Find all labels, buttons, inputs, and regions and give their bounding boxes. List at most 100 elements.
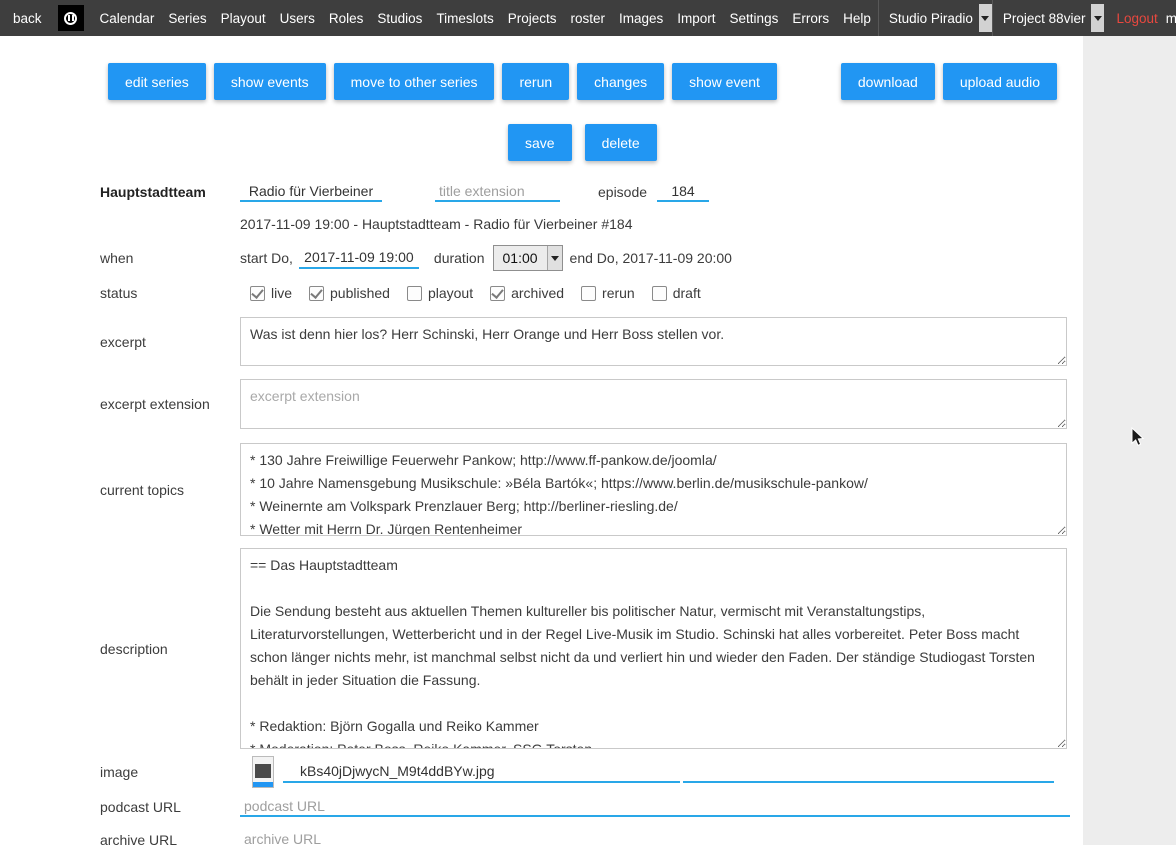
- excerpt-extension-textarea[interactable]: [240, 379, 1067, 429]
- station-logo-icon[interactable]: [58, 5, 84, 31]
- episode-label: episode: [598, 184, 647, 200]
- edit-series-button[interactable]: edit series: [108, 63, 206, 100]
- nav-item-users[interactable]: Users: [273, 11, 322, 26]
- rerun-button[interactable]: rerun: [502, 63, 569, 100]
- project-select-value: Project 88vier: [1003, 11, 1086, 26]
- podcast-url-input[interactable]: [240, 796, 1070, 817]
- delete-button[interactable]: delete: [585, 124, 657, 161]
- excerpt-extension-row: excerpt extension: [100, 379, 1083, 429]
- studio-select[interactable]: Studio Piradio: [879, 4, 992, 32]
- excerpt-extension-label: excerpt extension: [100, 396, 240, 412]
- image-secondary-input[interactable]: [683, 762, 1054, 783]
- end-datetime-text: end Do, 2017-11-09 20:00: [570, 250, 732, 266]
- status-checkbox-draft[interactable]: draft: [652, 285, 701, 301]
- logout-link[interactable]: Logout: [1104, 11, 1165, 26]
- archive-url-label: archive URL: [100, 832, 240, 845]
- move-to-other-series-button[interactable]: move to other series: [334, 63, 495, 100]
- download-button[interactable]: download: [841, 63, 935, 100]
- start-day-prefix: start Do,: [240, 250, 293, 266]
- checkbox-label: published: [330, 285, 390, 301]
- nav-item-studios[interactable]: Studios: [370, 11, 429, 26]
- status-row: status live published playout archived r…: [100, 285, 1083, 301]
- status-checkbox-rerun[interactable]: rerun: [581, 285, 635, 301]
- nav-item-roster[interactable]: roster: [563, 11, 612, 26]
- nav-item-playout[interactable]: Playout: [214, 11, 273, 26]
- project-select-arrow[interactable]: [1091, 4, 1104, 32]
- generated-title-text: 2017-11-09 19:00 - Hauptstadtteam - Radi…: [240, 216, 1083, 232]
- checkbox-label: live: [271, 285, 292, 301]
- show-events-button[interactable]: show events: [214, 63, 326, 100]
- image-filename-input[interactable]: [283, 762, 680, 783]
- chevron-down-icon: [981, 16, 989, 21]
- checkbox-label: rerun: [602, 285, 635, 301]
- current-topics-textarea[interactable]: * 130 Jahre Freiwillige Feuerwehr Pankow…: [240, 443, 1067, 536]
- when-label: when: [100, 250, 240, 266]
- podcast-url-row: podcast URL: [100, 796, 1083, 817]
- username-label: milan: [1166, 11, 1176, 26]
- toolbar-left-group: edit series show events move to other se…: [108, 63, 841, 100]
- chevron-down-icon: [1094, 16, 1102, 21]
- chevron-down-icon: [551, 256, 559, 261]
- episode-image-thumbnail[interactable]: [252, 756, 274, 788]
- podcast-url-label: podcast URL: [100, 799, 240, 815]
- pause-circle-icon: [64, 12, 77, 25]
- excerpt-label: excerpt: [100, 334, 240, 350]
- checkbox-unchecked-icon[interactable]: [652, 286, 667, 301]
- archive-url-input[interactable]: [240, 829, 1070, 845]
- status-checkbox-archived[interactable]: archived: [490, 285, 564, 301]
- title-row: Hauptstadtteam episode: [100, 181, 1083, 202]
- mouse-cursor-icon: [1131, 427, 1145, 453]
- studio-select-arrow[interactable]: [979, 4, 992, 32]
- status-label: status: [100, 285, 240, 301]
- upload-audio-button[interactable]: upload audio: [943, 63, 1057, 100]
- nav-item-images[interactable]: Images: [612, 11, 670, 26]
- title-input[interactable]: [240, 181, 382, 202]
- archive-url-row: archive URL: [100, 829, 1083, 845]
- checkbox-checked-icon[interactable]: [309, 286, 324, 301]
- project-select[interactable]: Project 88vier: [993, 4, 1105, 32]
- changes-button[interactable]: changes: [577, 63, 664, 100]
- show-event-button[interactable]: show event: [672, 63, 777, 100]
- description-row: description == Das Hauptstadtteam Die Se…: [100, 548, 1083, 749]
- nav-item-roles[interactable]: Roles: [322, 11, 371, 26]
- current-topics-label: current topics: [100, 482, 240, 498]
- description-label: description: [100, 641, 240, 657]
- nav-item-errors[interactable]: Errors: [785, 11, 836, 26]
- duration-select[interactable]: 01:00: [493, 245, 563, 271]
- nav-item-settings[interactable]: Settings: [723, 11, 786, 26]
- start-datetime-input[interactable]: [299, 248, 419, 269]
- checkbox-unchecked-icon[interactable]: [581, 286, 596, 301]
- status-checkbox-playout[interactable]: playout: [407, 285, 473, 301]
- description-textarea[interactable]: == Das Hauptstadtteam Die Sendung besteh…: [240, 548, 1067, 749]
- status-checkbox-published[interactable]: published: [309, 285, 390, 301]
- nav-item-help[interactable]: Help: [836, 11, 878, 26]
- episode-input[interactable]: [657, 181, 709, 202]
- checkbox-label: draft: [673, 285, 701, 301]
- save-button[interactable]: save: [508, 124, 572, 161]
- studio-select-value: Studio Piradio: [889, 11, 973, 26]
- nav-item-timeslots[interactable]: Timeslots: [429, 11, 500, 26]
- excerpt-row: excerpt Was ist denn hier los? Herr Schi…: [100, 317, 1083, 366]
- duration-select-arrow[interactable]: [547, 246, 562, 270]
- duration-label: duration: [434, 250, 485, 266]
- checkbox-checked-icon[interactable]: [490, 286, 505, 301]
- image-row: image: [100, 756, 1083, 788]
- current-topics-row: current topics * 130 Jahre Freiwillige F…: [100, 443, 1083, 536]
- checkbox-checked-icon[interactable]: [250, 286, 265, 301]
- checkbox-label: archived: [511, 285, 564, 301]
- checkbox-label: playout: [428, 285, 473, 301]
- top-nav-bar: back Calendar Series Playout Users Roles…: [0, 0, 1176, 36]
- nav-item-back[interactable]: back: [0, 11, 49, 26]
- title-extension-input[interactable]: [435, 181, 560, 202]
- nav-item-import[interactable]: Import: [670, 11, 722, 26]
- checkbox-unchecked-icon[interactable]: [407, 286, 422, 301]
- episode-edit-page: edit series show events move to other se…: [0, 36, 1083, 845]
- nav-item-projects[interactable]: Projects: [501, 11, 564, 26]
- when-row: when start Do, duration 01:00 end Do, 20…: [100, 245, 1083, 271]
- toolbar-row-2: save delete: [508, 124, 1083, 161]
- nav-item-calendar[interactable]: Calendar: [93, 11, 162, 26]
- image-label: image: [100, 764, 240, 780]
- status-checkbox-live[interactable]: live: [250, 285, 292, 301]
- nav-item-series[interactable]: Series: [161, 11, 213, 26]
- excerpt-textarea[interactable]: Was ist denn hier los? Herr Schinski, He…: [240, 317, 1067, 366]
